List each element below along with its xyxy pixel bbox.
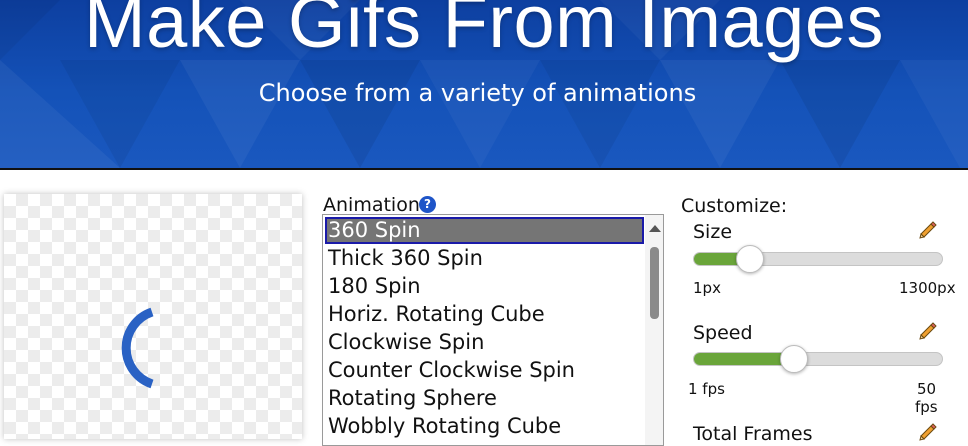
total-frames-label: Total Frames	[693, 423, 813, 445]
speed-label: Speed	[693, 322, 753, 344]
animation-listbox[interactable]: 360 Spin Thick 360 Spin 180 Spin Horiz. …	[322, 214, 664, 446]
page-title: Make Gifs From Images	[83, 0, 884, 63]
spinner-arc-icon	[121, 307, 154, 389]
scroll-up-icon[interactable]	[649, 225, 661, 232]
list-item[interactable]: Counter Clockwise Spin	[325, 357, 644, 384]
page-subtitle: Choose from a variety of animations	[258, 79, 697, 107]
list-item[interactable]: Wobbly Rotating Cube	[325, 413, 644, 440]
size-slider[interactable]	[693, 245, 943, 273]
edit-size-pencil-icon[interactable]	[917, 220, 937, 240]
size-label: Size	[693, 221, 733, 243]
edit-frames-pencil-icon[interactable]	[917, 422, 937, 442]
list-scrollbar[interactable]	[645, 215, 663, 445]
animation-preview	[4, 194, 302, 439]
size-min-label: 1px	[693, 279, 721, 297]
list-item[interactable]: 180 Spin	[325, 273, 644, 300]
speed-slider-fill	[694, 353, 794, 365]
speed-slider[interactable]	[693, 345, 943, 373]
list-item[interactable]: Horiz. Rotating Cube	[325, 301, 644, 328]
speed-max-label: 50	[917, 380, 937, 398]
size-max-label: 1300px	[899, 279, 956, 297]
hero-banner: Make Gifs From Images Choose from a vari…	[0, 0, 968, 170]
size-slider-thumb[interactable]	[735, 245, 764, 273]
speed-max-unit: fps	[915, 398, 938, 416]
speed-min-label: 1 fps	[688, 380, 725, 398]
list-item[interactable]: Thick 360 Spin	[325, 245, 644, 272]
help-icon[interactable]: ?	[419, 196, 436, 213]
scroll-thumb[interactable]	[650, 247, 659, 319]
list-item[interactable]: Rotating Sphere	[325, 385, 644, 412]
list-item[interactable]: 360 Spin	[325, 217, 644, 244]
speed-slider-thumb[interactable]	[780, 345, 809, 373]
edit-speed-pencil-icon[interactable]	[917, 321, 937, 341]
list-item[interactable]: Clockwise Spin	[325, 329, 644, 356]
customize-title: Customize:	[681, 195, 788, 217]
